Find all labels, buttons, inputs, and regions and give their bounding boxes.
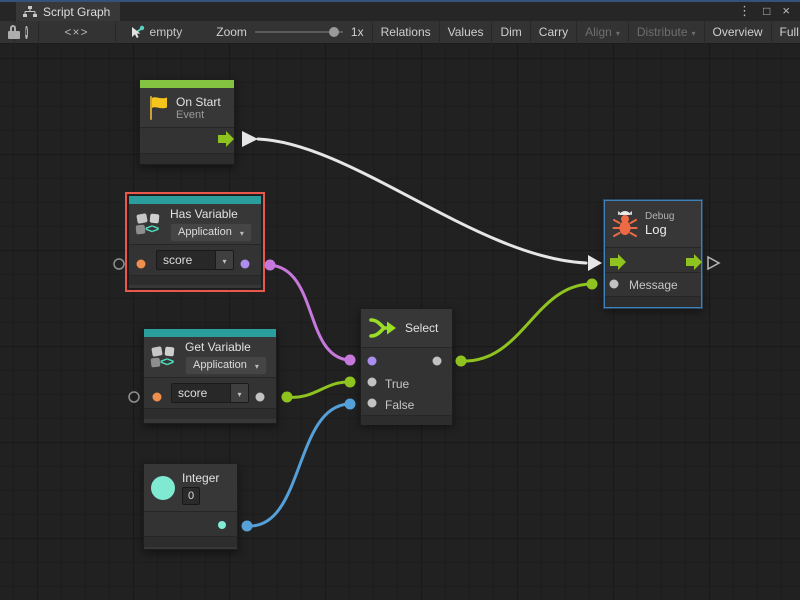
tab-bar: Script Graph ⋮ □ × <box>0 0 800 22</box>
zoom-label: Zoom <box>216 25 247 39</box>
wire-endpoint[interactable] <box>265 260 276 271</box>
variable-icon: <> <box>151 345 178 370</box>
integer-value-field[interactable]: 0 <box>182 487 200 505</box>
wire-endpoint[interactable] <box>242 521 253 532</box>
relations-button[interactable]: Relations <box>373 21 439 44</box>
wire-endpoint[interactable] <box>282 392 293 403</box>
tab-title: Script Graph <box>43 5 110 19</box>
wire-endpoint[interactable] <box>587 279 598 290</box>
bool-output-port[interactable] <box>241 260 250 269</box>
selector-input-port[interactable] <box>368 357 377 366</box>
node-has-variable[interactable]: <> Has Variable Application ▾ score ▾ <box>128 195 262 289</box>
info-icon[interactable]: i <box>25 26 28 39</box>
message-label: Message <box>629 278 678 292</box>
overview-button[interactable]: Overview <box>705 21 771 44</box>
node-footer <box>605 296 701 307</box>
carry-button[interactable]: Carry <box>531 21 576 44</box>
flag-icon <box>147 95 169 121</box>
node-footer <box>144 408 276 419</box>
close-icon[interactable]: × <box>782 4 790 17</box>
zoom-value: 1x <box>351 25 364 39</box>
chevron-down-icon: ▾ <box>616 29 620 38</box>
variable-name-row: score ▾ <box>129 244 261 275</box>
selection-status-label: empty <box>150 25 183 39</box>
object-input-port[interactable] <box>153 393 162 402</box>
false-label: False <box>385 398 414 412</box>
variable-color-bar <box>129 196 261 204</box>
values-button[interactable]: Values <box>440 21 492 44</box>
node-header[interactable]: On Start Event <box>140 88 234 127</box>
node-footer <box>361 415 452 425</box>
selection-cursor-icon <box>130 25 145 39</box>
selection-outline: <> Has Variable Application ▾ score ▾ <box>125 192 265 292</box>
true-label: True <box>385 377 409 391</box>
wire-endpoint[interactable] <box>456 356 467 367</box>
node-title: Has Variable <box>170 207 252 221</box>
wire-endpoint[interactable] <box>345 355 356 366</box>
angle-brackets-icon[interactable]: <×> <box>39 25 115 39</box>
node-header[interactable]: <> Has Variable Application ▾ <box>129 204 261 244</box>
message-input-row: Message <box>605 272 701 296</box>
variable-name-row: score ▾ <box>144 377 276 408</box>
node-category: Debug <box>645 211 674 222</box>
window-menu-icon[interactable]: ⋮ <box>738 4 751 17</box>
event-color-bar <box>140 80 234 88</box>
field-dropdown-button[interactable]: ▾ <box>215 251 233 269</box>
selection-status: empty <box>116 25 193 39</box>
variable-scope-dropdown[interactable]: Application ▾ <box>170 223 252 242</box>
node-footer <box>144 536 237 547</box>
variable-name-field[interactable]: score ▾ <box>171 383 249 403</box>
object-input-port[interactable] <box>137 260 146 269</box>
message-input-port[interactable] <box>610 280 619 289</box>
node-title: Log <box>645 222 674 237</box>
window-controls: ⋮ □ × <box>738 0 800 21</box>
node-header[interactable]: Debug Log <box>605 201 701 247</box>
node-on-start[interactable]: On Start Event <box>139 79 235 165</box>
graph-hierarchy-icon <box>23 6 37 18</box>
integer-output-port[interactable] <box>218 521 226 529</box>
variable-name-field[interactable]: score ▾ <box>156 250 234 270</box>
node-header[interactable]: <> Get Variable Application ▾ <box>144 337 276 377</box>
integer-literal-icon <box>151 476 175 500</box>
node-debug-log[interactable]: Debug Log Message <box>604 200 702 308</box>
select-icon <box>368 316 398 340</box>
node-title: Select <box>405 321 438 335</box>
full-screen-button[interactable]: Full Screen <box>772 21 800 44</box>
align-button: Align▾ <box>577 21 628 44</box>
wire-endpoint[interactable] <box>345 399 356 410</box>
zoom-slider-handle[interactable] <box>329 27 339 37</box>
node-footer <box>140 153 234 164</box>
bug-icon <box>612 210 638 238</box>
window-focus-accent <box>0 0 800 2</box>
node-title: On Start <box>176 95 221 109</box>
distribute-button: Distribute▾ <box>629 21 704 44</box>
variable-icon: <> <box>136 212 163 237</box>
maximize-icon[interactable]: □ <box>763 5 770 17</box>
node-footer <box>129 275 261 285</box>
chevron-down-icon: ▾ <box>240 229 244 238</box>
node-header[interactable]: Integer 0 <box>144 464 237 511</box>
dim-button[interactable]: Dim <box>492 21 529 44</box>
variable-color-bar <box>144 329 276 337</box>
tab-script-graph[interactable]: Script Graph <box>16 2 120 21</box>
node-title: Get Variable <box>185 340 267 354</box>
node-header[interactable]: Select <box>361 309 452 347</box>
true-input-port[interactable] <box>368 378 377 387</box>
unity-script-graph-window: Script Graph ⋮ □ × i <×> empty Zoom <box>0 0 800 600</box>
false-input-port[interactable] <box>368 399 377 408</box>
chevron-down-icon: ▾ <box>692 29 696 38</box>
value-output-port[interactable] <box>256 393 265 402</box>
node-title: Integer <box>182 471 219 485</box>
node-subtitle: Event <box>176 109 221 121</box>
graph-toolbar: i <×> empty Zoom 1x Relations Values Dim… <box>0 21 800 44</box>
zoom-control: Zoom 1x <box>192 25 371 39</box>
node-get-variable[interactable]: <> Get Variable Application ▾ score ▾ <box>143 328 277 424</box>
chevron-down-icon: ▾ <box>255 362 259 371</box>
zoom-slider[interactable] <box>255 31 343 33</box>
node-integer[interactable]: Integer 0 <box>143 463 238 550</box>
result-output-port[interactable] <box>433 357 442 366</box>
wire-endpoint[interactable] <box>345 377 356 388</box>
variable-scope-dropdown[interactable]: Application ▾ <box>185 356 267 375</box>
field-dropdown-button[interactable]: ▾ <box>230 384 248 402</box>
